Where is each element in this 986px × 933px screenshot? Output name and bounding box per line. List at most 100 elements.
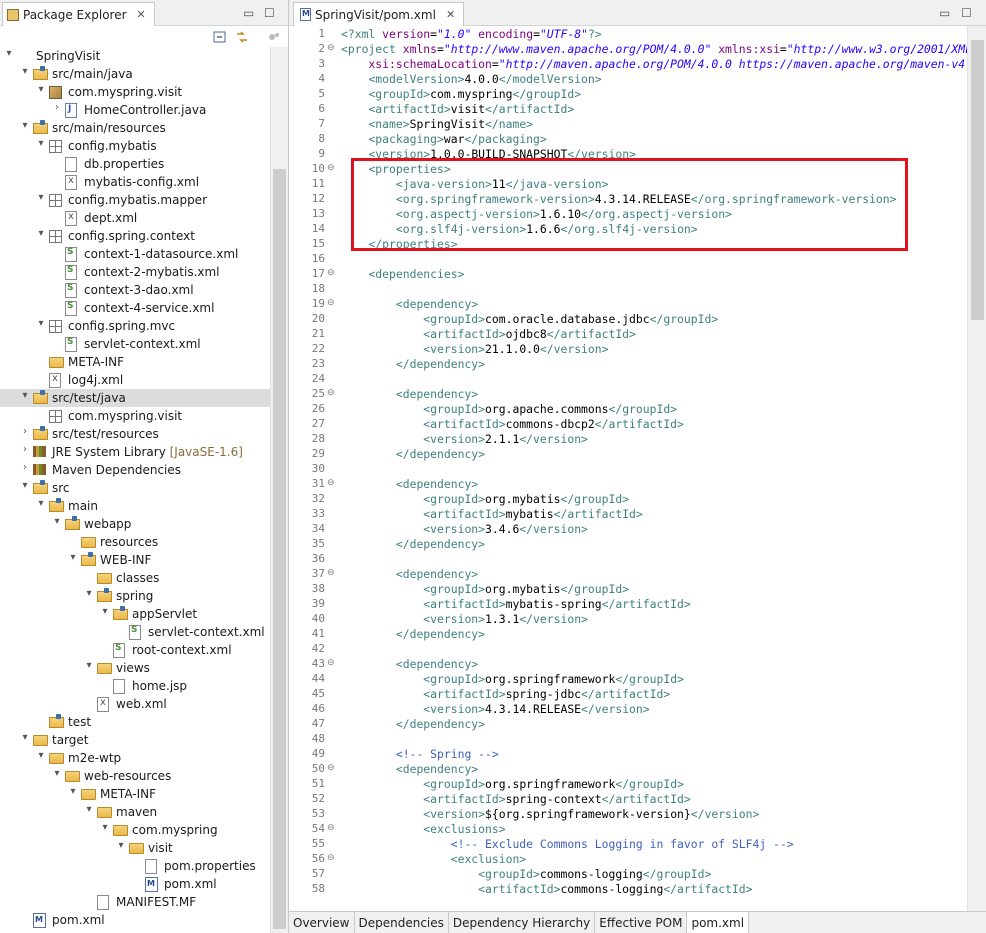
page-tab-pom-xml[interactable]: pom.xml bbox=[687, 912, 750, 933]
chevron-down-icon[interactable]: ▾ bbox=[116, 840, 126, 851]
tree-item[interactable]: dept.xml bbox=[0, 209, 270, 227]
chevron-down-icon[interactable]: ▾ bbox=[84, 804, 94, 815]
tree-item[interactable]: context-3-dao.xml bbox=[0, 281, 270, 299]
chevron-down-icon[interactable]: ▾ bbox=[36, 498, 46, 509]
chevron-down-icon[interactable]: ▾ bbox=[84, 660, 94, 671]
maximize-icon[interactable]: ☐ bbox=[264, 6, 275, 20]
tree-item[interactable]: servlet-context.xml bbox=[0, 623, 270, 641]
tree-item[interactable]: › Maven Dependencies bbox=[0, 461, 270, 479]
view-menu-icon[interactable] bbox=[266, 29, 282, 45]
close-icon[interactable]: ✕ bbox=[446, 8, 455, 21]
chevron-right-icon[interactable]: › bbox=[20, 462, 30, 473]
minimize-icon[interactable]: ▭ bbox=[243, 6, 254, 20]
chevron-down-icon[interactable]: ▾ bbox=[36, 192, 46, 203]
tree-item[interactable]: ▾ target bbox=[0, 731, 270, 749]
tree-item[interactable]: › src/test/resources bbox=[0, 425, 270, 443]
tree-item[interactable]: META-INF bbox=[0, 353, 270, 371]
tree-item[interactable]: ▾ config.spring.context bbox=[0, 227, 270, 245]
chevron-down-icon[interactable]: ▾ bbox=[52, 768, 62, 779]
tree-item[interactable]: › JRE System Library [JavaSE-1.6] bbox=[0, 443, 270, 461]
tree-item[interactable]: web.xml bbox=[0, 695, 270, 713]
fold-toggle-icon[interactable]: ⊖ bbox=[327, 478, 335, 488]
close-icon[interactable]: ✕ bbox=[137, 8, 146, 21]
tree-item[interactable]: context-2-mybatis.xml bbox=[0, 263, 270, 281]
chevron-down-icon[interactable]: ▾ bbox=[36, 228, 46, 239]
tree-item[interactable]: root-context.xml bbox=[0, 641, 270, 659]
chevron-down-icon[interactable]: ▾ bbox=[20, 480, 30, 491]
chevron-down-icon[interactable]: ▾ bbox=[4, 48, 14, 59]
fold-toggle-icon[interactable]: ⊖ bbox=[327, 298, 335, 308]
tree-item[interactable]: ▾ src bbox=[0, 479, 270, 497]
tree-item[interactable]: db.properties bbox=[0, 155, 270, 173]
chevron-down-icon[interactable]: ▾ bbox=[36, 84, 46, 95]
chevron-down-icon[interactable]: ▾ bbox=[36, 750, 46, 761]
page-tab-overview[interactable]: Overview bbox=[289, 912, 355, 933]
minimize-icon[interactable]: ▭ bbox=[939, 6, 950, 20]
tree-item[interactable]: ▾ web-resources bbox=[0, 767, 270, 785]
tree-item[interactable]: ▾ main bbox=[0, 497, 270, 515]
chevron-down-icon[interactable]: ▾ bbox=[100, 606, 110, 617]
tree-item[interactable]: com.myspring.visit bbox=[0, 407, 270, 425]
tree-item[interactable]: ▾ src/main/resources bbox=[0, 119, 270, 137]
chevron-down-icon[interactable]: ▾ bbox=[68, 786, 78, 797]
tree-item[interactable]: pom.xml bbox=[0, 911, 270, 929]
chevron-down-icon[interactable]: ▾ bbox=[36, 138, 46, 149]
fold-toggle-icon[interactable]: ⊖ bbox=[327, 823, 335, 833]
tree-item[interactable]: ▾ maven bbox=[0, 803, 270, 821]
page-tab-dependencies[interactable]: Dependencies bbox=[355, 912, 449, 933]
explorer-scrollbar-thumb[interactable] bbox=[273, 169, 286, 929]
page-tab-effective-pom[interactable]: Effective POM bbox=[595, 912, 688, 933]
chevron-down-icon[interactable]: ▾ bbox=[20, 732, 30, 743]
tree-item[interactable]: ▾ visit bbox=[0, 839, 270, 857]
tree-item[interactable]: context-4-service.xml bbox=[0, 299, 270, 317]
chevron-down-icon[interactable]: ▾ bbox=[20, 120, 30, 131]
chevron-down-icon[interactable]: ▾ bbox=[20, 390, 30, 401]
fold-toggle-icon[interactable]: ⊖ bbox=[327, 658, 335, 668]
tree-item[interactable]: ▾ config.mybatis bbox=[0, 137, 270, 155]
tree-item[interactable]: pom.properties bbox=[0, 857, 270, 875]
chevron-down-icon[interactable]: ▾ bbox=[20, 66, 30, 77]
editor-scrollbar[interactable] bbox=[967, 26, 986, 911]
pom-xml-editor-tab[interactable]: M SpringVisit/pom.xml ✕ bbox=[293, 2, 465, 26]
tree-item[interactable]: › HomeController.java bbox=[0, 101, 270, 119]
fold-toggle-icon[interactable]: ⊖ bbox=[327, 268, 335, 278]
tree-item[interactable]: ▾ META-INF bbox=[0, 785, 270, 803]
fold-toggle-icon[interactable]: ⊖ bbox=[327, 43, 335, 53]
page-tab-dependency-hierarchy[interactable]: Dependency Hierarchy bbox=[449, 912, 596, 933]
chevron-down-icon[interactable]: ▾ bbox=[84, 588, 94, 599]
tree-item[interactable]: servlet-context.xml bbox=[0, 335, 270, 353]
chevron-down-icon[interactable]: ▾ bbox=[52, 516, 62, 527]
chevron-down-icon[interactable]: ▾ bbox=[68, 552, 78, 563]
tree-item[interactable]: ▾ webapp bbox=[0, 515, 270, 533]
fold-toggle-icon[interactable]: ⊖ bbox=[327, 568, 335, 578]
fold-toggle-icon[interactable]: ⊖ bbox=[327, 763, 335, 773]
tree-item[interactable]: context-1-datasource.xml bbox=[0, 245, 270, 263]
chevron-right-icon[interactable]: › bbox=[20, 444, 30, 455]
chevron-down-icon[interactable]: ▾ bbox=[100, 822, 110, 833]
tree-item[interactable]: ▾ views bbox=[0, 659, 270, 677]
tree-item[interactable]: ▾ spring bbox=[0, 587, 270, 605]
tree-item[interactable]: log4j.xml bbox=[0, 371, 270, 389]
tree-item[interactable]: ▾ com.myspring.visit bbox=[0, 83, 270, 101]
tree-item[interactable]: ▾ m2e-wtp bbox=[0, 749, 270, 767]
tree-item[interactable]: classes bbox=[0, 569, 270, 587]
package-explorer-tab[interactable]: Package Explorer ✕ bbox=[2, 2, 155, 26]
fold-toggle-icon[interactable]: ⊖ bbox=[327, 388, 335, 398]
maximize-icon[interactable]: ☐ bbox=[961, 6, 972, 20]
tree-item[interactable]: ▾ WEB-INF bbox=[0, 551, 270, 569]
chevron-down-icon[interactable]: ▾ bbox=[36, 318, 46, 329]
explorer-scrollbar[interactable] bbox=[270, 47, 288, 933]
tree-item[interactable]: ▾ config.mybatis.mapper bbox=[0, 191, 270, 209]
fold-toggle-icon[interactable]: ⊖ bbox=[327, 163, 335, 173]
tree-item[interactable]: resources bbox=[0, 533, 270, 551]
tree-item[interactable]: test bbox=[0, 713, 270, 731]
tree-item[interactable]: ▾ src/main/java bbox=[0, 65, 270, 83]
tree-item[interactable]: ▾ SpringVisit bbox=[0, 47, 270, 65]
tree-item[interactable]: ▾ com.myspring bbox=[0, 821, 270, 839]
editor-scrollbar-thumb[interactable] bbox=[971, 40, 984, 320]
fold-toggle-icon[interactable]: ⊖ bbox=[327, 853, 335, 863]
tree-item[interactable]: ▾ config.spring.mvc bbox=[0, 317, 270, 335]
tree-item[interactable]: ▾ appServlet bbox=[0, 605, 270, 623]
tree-item[interactable]: pom.xml bbox=[0, 875, 270, 893]
tree-item[interactable]: mybatis-config.xml bbox=[0, 173, 270, 191]
